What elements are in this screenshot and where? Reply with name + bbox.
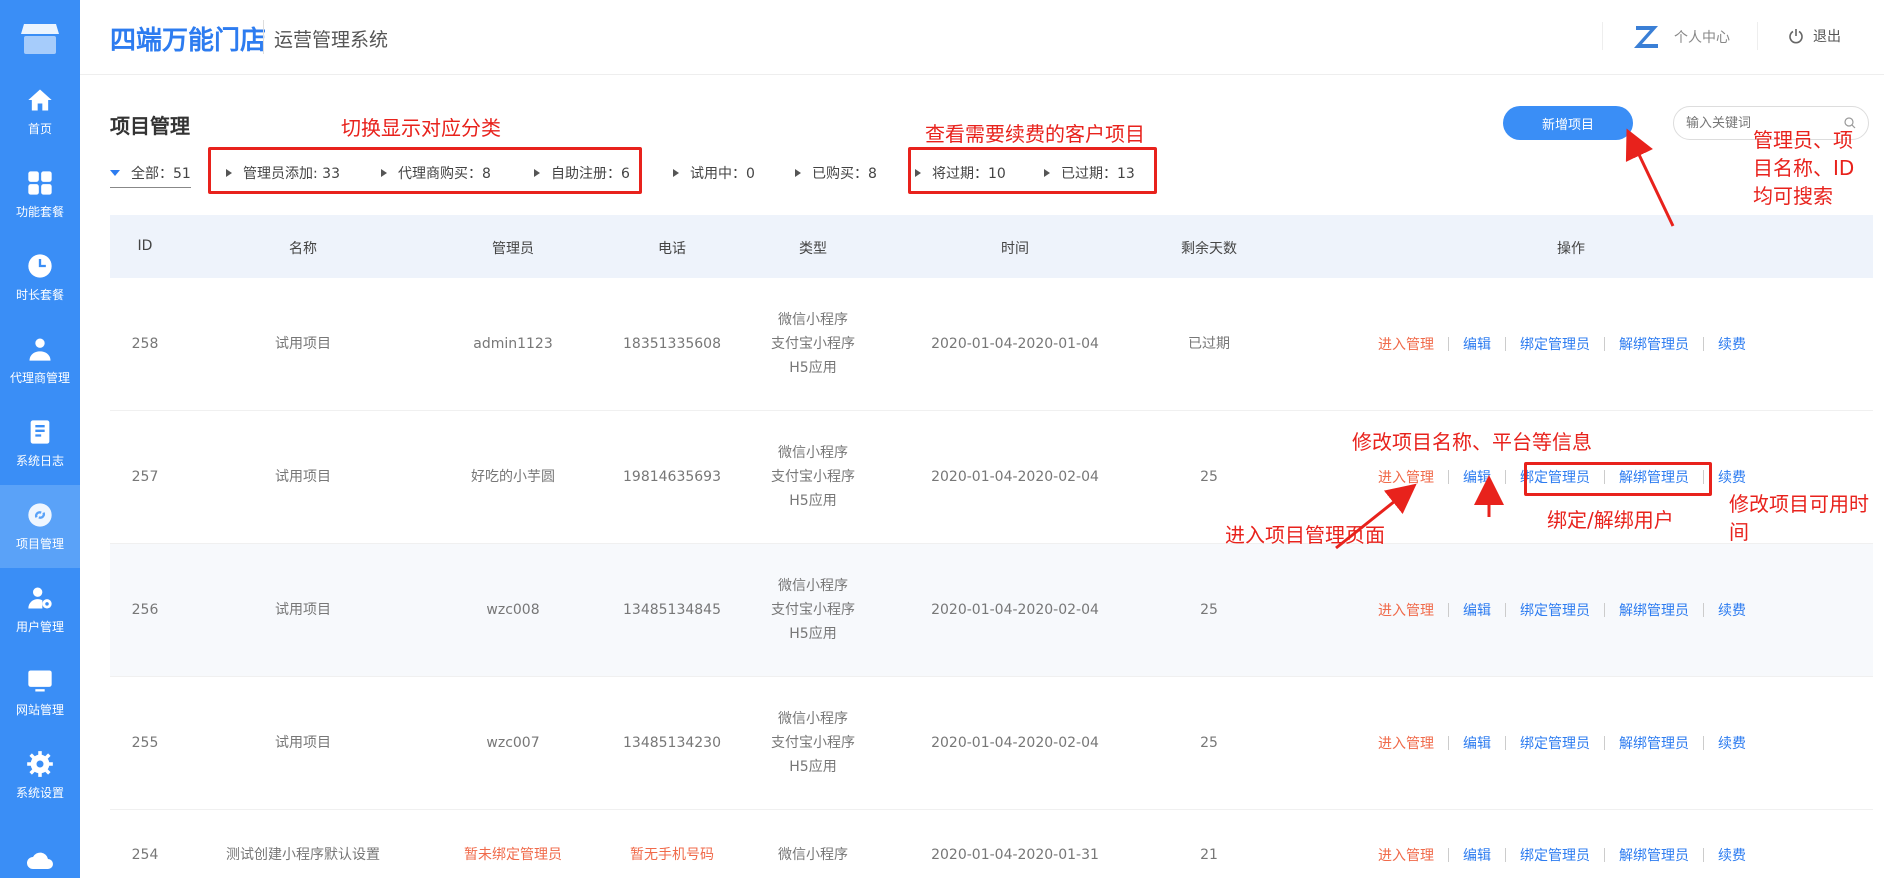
annotation-arrows bbox=[1335, 128, 1675, 550]
arrow-to-add-button bbox=[1625, 128, 1675, 227]
arrow-to-enter bbox=[1335, 483, 1417, 550]
